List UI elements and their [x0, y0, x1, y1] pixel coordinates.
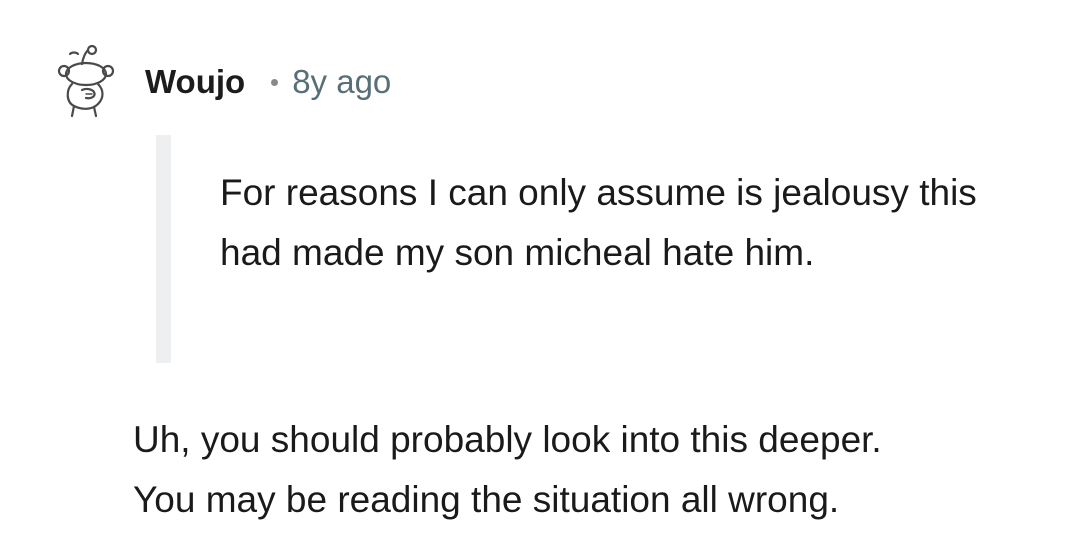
- comment-body: Uh, you should probably look into this d…: [133, 410, 1033, 530]
- quote-bar: [156, 135, 171, 363]
- quote-paragraph: For reasons I can only assume is jealous…: [220, 172, 977, 273]
- body-line: Uh, you should probably look into this d…: [133, 419, 882, 460]
- comment-age: 8y ago: [292, 63, 392, 100]
- quote-text: For reasons I can only assume is jealous…: [220, 163, 1000, 283]
- comment: Woujo 8y ago For reasons I can only assu…: [0, 0, 1080, 556]
- author-name[interactable]: Woujo: [145, 63, 245, 101]
- blockquote: For reasons I can only assume is jealous…: [156, 135, 1016, 363]
- avatar-icon[interactable]: [52, 44, 116, 120]
- dot-separator-icon: [271, 78, 279, 86]
- body-line: You may be reading the situation all wro…: [133, 479, 840, 520]
- comment-meta: Woujo 8y ago: [145, 58, 391, 106]
